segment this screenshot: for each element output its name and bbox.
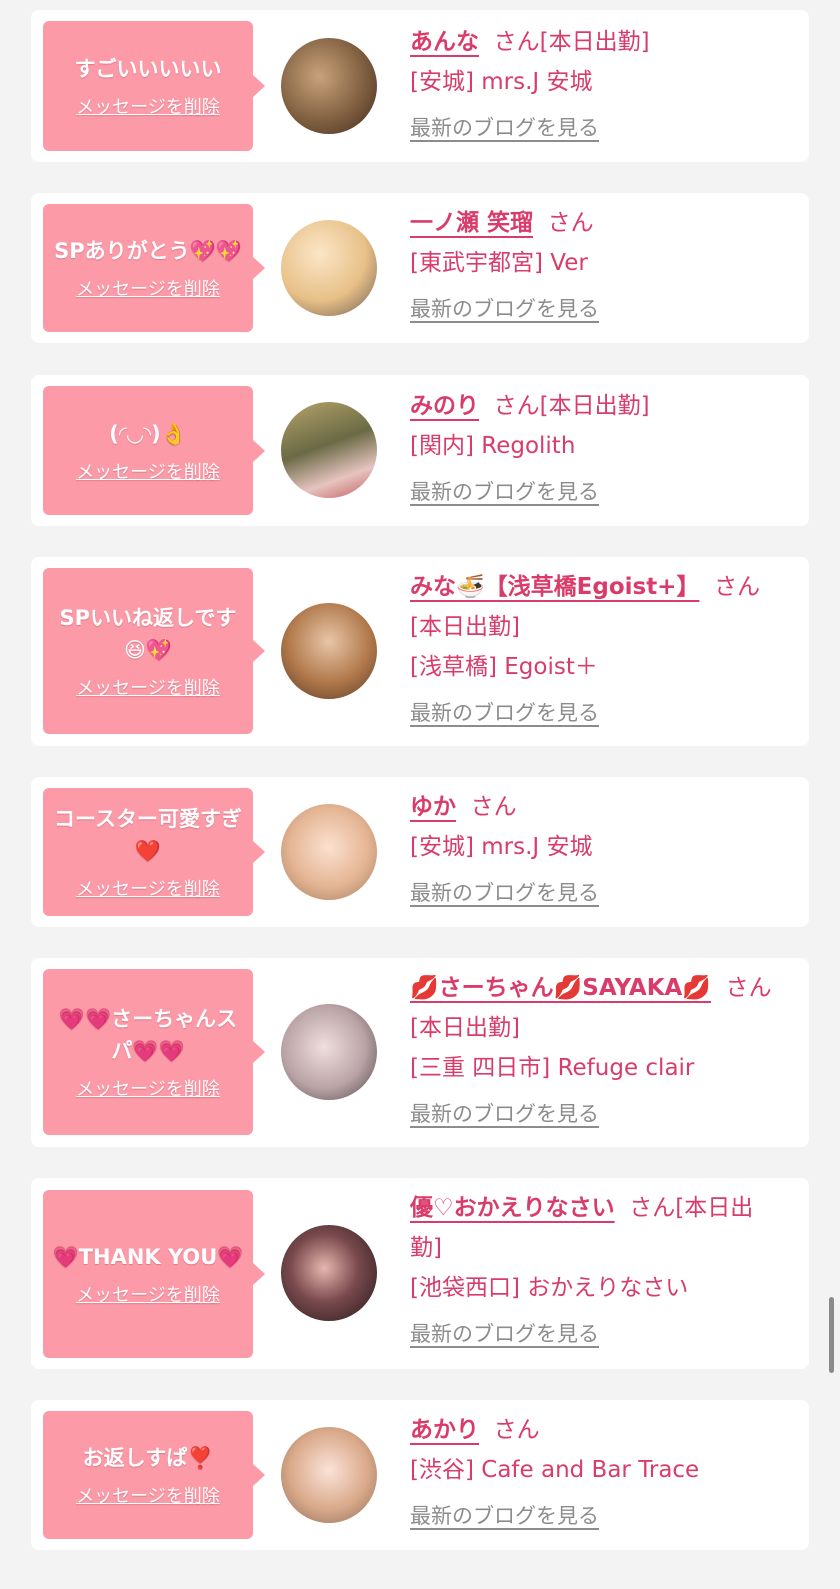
message-bubble: お返しすぱ❣️ メッセージを削除: [43, 1411, 265, 1539]
message-text: SPありがとう💖💖: [54, 239, 242, 263]
avatar[interactable]: [281, 603, 377, 699]
honorific: さん: [714, 574, 761, 600]
shop-text: [池袋西口] おかえりなさい: [410, 1275, 689, 1301]
shop-text: [安城] mrs.J 安城: [410, 834, 593, 860]
avatar[interactable]: [281, 1427, 377, 1523]
cast-info: あんな さん[本日出勤] [安城] mrs.J 安城 最新のブログを見る: [410, 22, 780, 142]
honorific: さん: [547, 210, 594, 236]
delete-message-link[interactable]: メッセージを削除: [76, 1482, 220, 1508]
honorific: さん: [470, 794, 517, 820]
shop-text: [三重 四日市] Refuge clair: [410, 1055, 695, 1081]
avatar[interactable]: [281, 1004, 377, 1100]
shop-text: [東武宇都宮] Ver: [410, 250, 588, 276]
message-text: すごいいいいい: [74, 57, 222, 81]
cast-name-link[interactable]: ゆか: [410, 794, 456, 820]
blog-link[interactable]: 最新のブログを見る: [410, 1318, 599, 1348]
cast-name-link[interactable]: みな🍜【浅草橋Egoist+】: [410, 574, 699, 600]
message-text: お返しすぱ❣️: [82, 1446, 214, 1470]
message-card: コースター可愛すぎ❤️ メッセージを削除 ゆか さん [安城] mrs.J 安城…: [31, 777, 809, 927]
avatar[interactable]: [281, 38, 377, 134]
blog-link[interactable]: 最新のブログを見る: [410, 1500, 599, 1530]
message-bubble: コースター可愛すぎ❤️ メッセージを削除: [43, 788, 265, 916]
avatar[interactable]: [281, 220, 377, 316]
blog-link[interactable]: 最新のブログを見る: [410, 112, 599, 142]
cast-name-link[interactable]: あかり: [410, 1417, 479, 1443]
status-badge: [本日出勤]: [410, 614, 520, 640]
shop-text: [安城] mrs.J 安城: [410, 69, 593, 95]
message-card: SPありがとう💖💖 メッセージを削除 一ノ瀬 笑瑠 さん [東武宇都宮] Ver…: [31, 193, 809, 343]
message-card: 💗💗さーちゃんスパ💗💗 メッセージを削除 💋さーちゃん💋SAYAKA💋 さん [本…: [31, 958, 809, 1147]
cast-name-link[interactable]: 💋さーちゃん💋SAYAKA💋: [410, 975, 711, 1001]
avatar[interactable]: [281, 1225, 377, 1321]
honorific: さん: [725, 975, 772, 1001]
shop-text: [関内] Regolith: [410, 433, 576, 459]
delete-message-link[interactable]: メッセージを削除: [76, 875, 220, 901]
cast-name-link[interactable]: 優♡おかえりなさい: [410, 1195, 615, 1221]
scrollbar-thumb[interactable]: [829, 1297, 834, 1373]
shop-text: [渋谷] Cafe and Bar Trace: [410, 1457, 700, 1483]
delete-message-link[interactable]: メッセージを削除: [76, 458, 220, 484]
cast-info: 優♡おかえりなさい さん[本日出勤] [池袋西口] おかえりなさい 最新のブログ…: [410, 1188, 780, 1348]
honorific: さん: [629, 1195, 676, 1221]
blog-link[interactable]: 最新のブログを見る: [410, 293, 599, 323]
cast-info: 💋さーちゃん💋SAYAKA💋 さん [本日出勤] [三重 四日市] Refuge …: [410, 968, 780, 1128]
delete-message-link[interactable]: メッセージを削除: [76, 1075, 220, 1101]
cast-name-link[interactable]: あんな: [410, 29, 479, 55]
status-badge: [本日出勤]: [410, 1015, 520, 1041]
message-bubble: 💗💗さーちゃんスパ💗💗 メッセージを削除: [43, 969, 265, 1135]
message-bubble: SPいいね返しです😆💖 メッセージを削除: [43, 568, 265, 734]
blog-link[interactable]: 最新のブログを見る: [410, 476, 599, 506]
delete-message-link[interactable]: メッセージを削除: [76, 93, 220, 119]
message-card: 💗THANK YOU💗 メッセージを削除 優♡おかえりなさい さん[本日出勤] …: [31, 1178, 809, 1369]
message-text: 💗💗さーちゃんスパ💗💗: [58, 1007, 238, 1063]
avatar[interactable]: [281, 804, 377, 900]
cast-name-link[interactable]: 一ノ瀬 笑瑠: [410, 210, 533, 236]
honorific: さん: [493, 1417, 540, 1443]
message-card: (◜◡◝)👌 メッセージを削除 みのり さん[本日出勤] [関内] Regoli…: [31, 375, 809, 526]
cast-info: みのり さん[本日出勤] [関内] Regolith 最新のブログを見る: [410, 386, 780, 506]
delete-message-link[interactable]: メッセージを削除: [76, 275, 220, 301]
message-bubble: 💗THANK YOU💗 メッセージを削除: [43, 1190, 265, 1358]
blog-link[interactable]: 最新のブログを見る: [410, 1098, 599, 1128]
message-text: SPいいね返しです😆💖: [59, 606, 237, 662]
blog-link[interactable]: 最新のブログを見る: [410, 877, 599, 907]
delete-message-link[interactable]: メッセージを削除: [76, 1281, 220, 1307]
honorific: さん: [493, 29, 540, 55]
status-badge: [本日出勤]: [539, 29, 650, 55]
shop-text: [浅草橋] Egoist＋: [410, 654, 598, 680]
message-bubble: SPありがとう💖💖 メッセージを削除: [43, 204, 265, 332]
message-text: (◜◡◝)👌: [109, 421, 187, 446]
delete-message-link[interactable]: メッセージを削除: [76, 674, 220, 700]
cast-info: あかり さん [渋谷] Cafe and Bar Trace 最新のブログを見る: [410, 1410, 780, 1530]
honorific: さん: [493, 393, 540, 419]
message-text: コースター可愛すぎ❤️: [54, 807, 242, 863]
message-card: すごいいいいい メッセージを削除 あんな さん[本日出勤] [安城] mrs.J…: [31, 10, 809, 162]
message-card: お返しすぱ❣️ メッセージを削除 あかり さん [渋谷] Cafe and Ba…: [31, 1400, 809, 1550]
message-text: 💗THANK YOU💗: [52, 1245, 244, 1269]
message-bubble: すごいいいいい メッセージを削除: [43, 21, 265, 151]
cast-info: ゆか さん [安城] mrs.J 安城 最新のブログを見る: [410, 787, 780, 907]
cast-info: 一ノ瀬 笑瑠 さん [東武宇都宮] Ver 最新のブログを見る: [410, 203, 780, 323]
avatar[interactable]: [281, 402, 377, 498]
cast-name-link[interactable]: みのり: [410, 393, 479, 419]
status-badge: [本日出勤]: [539, 393, 650, 419]
blog-link[interactable]: 最新のブログを見る: [410, 697, 599, 727]
message-bubble: (◜◡◝)👌 メッセージを削除: [43, 386, 265, 515]
message-card: SPいいね返しです😆💖 メッセージを削除 みな🍜【浅草橋Egoist+】 さん …: [31, 557, 809, 746]
cast-info: みな🍜【浅草橋Egoist+】 さん [本日出勤] [浅草橋] Egoist＋ …: [410, 567, 780, 727]
